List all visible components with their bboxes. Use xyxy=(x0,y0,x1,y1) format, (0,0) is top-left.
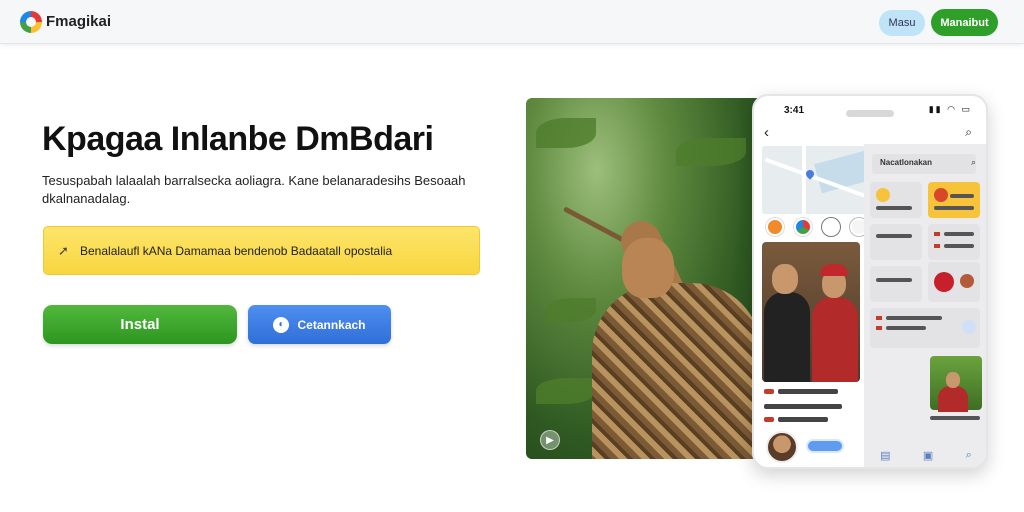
card-icon xyxy=(960,274,974,288)
panel-title: Nacatlonakan xyxy=(880,158,933,167)
card-icon xyxy=(934,272,954,292)
search-icon[interactable]: ⌕ xyxy=(965,125,972,140)
story-row xyxy=(766,216,876,238)
person-body xyxy=(812,297,858,382)
contact-button[interactable]: ◐ Cetannkach xyxy=(248,305,391,344)
leaf-decoration xyxy=(536,118,596,148)
person-head xyxy=(946,372,960,388)
caption-marker xyxy=(764,389,774,394)
install-button[interactable]: Instal xyxy=(43,305,237,344)
card-marker xyxy=(876,326,882,330)
map-thumbnail[interactable] xyxy=(762,146,870,214)
card-marker xyxy=(934,232,940,236)
phone-mockup: 3:41 ▮▮ ◠ ▭ ‹ ⌕ Nacatlonakan ⌕ ▤ ▣ ⌕ xyxy=(752,94,988,469)
card-marker xyxy=(934,244,940,248)
notice-text: Benalalaufl kANa Damamaa bendenob Badaat… xyxy=(80,243,393,258)
card-line xyxy=(944,244,974,248)
feed-photo[interactable] xyxy=(762,242,860,382)
card-icon xyxy=(876,188,890,202)
phone-notch xyxy=(846,110,894,117)
panel-card[interactable] xyxy=(928,262,980,302)
card-line xyxy=(876,278,912,282)
user-avatar[interactable] xyxy=(766,431,798,463)
side-panel: Nacatlonakan ⌕ ▤ ▣ ⌕ xyxy=(864,144,986,467)
toggle-pill[interactable] xyxy=(806,439,844,453)
panel-card[interactable] xyxy=(870,308,980,348)
leaf-decoration xyxy=(536,378,596,404)
caption-line xyxy=(778,417,828,422)
leaf-decoration xyxy=(546,298,596,322)
notice-banner: ➚ Benalalaufl kANa Damamaa bendenob Bada… xyxy=(43,226,480,275)
back-arrow-icon[interactable]: ‹ xyxy=(764,124,769,141)
hero-title: Kpagaa Inlanbe DmBdari xyxy=(42,120,434,158)
card-line xyxy=(944,232,974,236)
hero-description: Tesuspabah lalaalah barralsecka aoliagra… xyxy=(42,173,466,206)
card-icon xyxy=(934,188,948,202)
person-body xyxy=(938,386,968,412)
story-avatar[interactable] xyxy=(822,218,840,236)
caption-line xyxy=(778,389,838,394)
story-avatar[interactable] xyxy=(766,218,784,236)
card-line xyxy=(934,206,974,210)
feed-caption xyxy=(764,386,864,432)
card-line xyxy=(886,316,942,320)
card-line xyxy=(950,194,974,198)
search-icon[interactable]: ⌕ xyxy=(966,449,972,462)
story-avatar[interactable] xyxy=(794,218,812,236)
chat-icon: ◐ xyxy=(273,316,290,333)
bottom-nav: ▤ ▣ ⌕ xyxy=(864,440,986,467)
person-body xyxy=(764,292,810,382)
red-hat xyxy=(820,264,848,276)
card-marker xyxy=(876,316,882,320)
panel-card[interactable] xyxy=(870,266,922,302)
brand-logo-icon[interactable] xyxy=(20,11,42,33)
panel-card[interactable] xyxy=(928,182,980,218)
panel-card[interactable] xyxy=(870,182,922,218)
photo-caption-line xyxy=(930,416,980,420)
brand-name[interactable]: Fmagikai xyxy=(46,13,111,30)
card-line xyxy=(876,234,912,238)
hero-photo: ▶ xyxy=(526,98,762,459)
status-time: 3:41 xyxy=(784,105,805,116)
map-road xyxy=(802,146,806,214)
caption-marker xyxy=(764,417,774,422)
arrow-icon: ➚ xyxy=(58,242,69,258)
signup-button[interactable]: Manaibut xyxy=(931,9,998,36)
search-icon[interactable]: ⌕ xyxy=(971,157,976,168)
grid-icon[interactable]: ▣ xyxy=(923,449,933,462)
caption-line xyxy=(764,404,842,409)
play-icon[interactable]: ▶ xyxy=(540,430,560,450)
status-icons: ▮▮ ◠ ▭ xyxy=(928,104,972,114)
contact-label: Cetannkach xyxy=(297,317,366,332)
person-head xyxy=(622,238,674,298)
card-line xyxy=(876,206,912,210)
leaf-decoration xyxy=(676,138,746,166)
panel-card[interactable] xyxy=(870,224,922,260)
card-icon xyxy=(962,320,976,334)
card-line xyxy=(886,326,926,330)
home-icon[interactable]: ▤ xyxy=(880,449,890,462)
person-body xyxy=(592,283,762,459)
login-button[interactable]: Masu xyxy=(879,10,925,36)
top-header: Fmagikai Masu Manaibut xyxy=(0,0,1024,44)
panel-card[interactable] xyxy=(928,224,980,260)
panel-photo[interactable] xyxy=(930,356,982,412)
person-head xyxy=(772,264,798,294)
